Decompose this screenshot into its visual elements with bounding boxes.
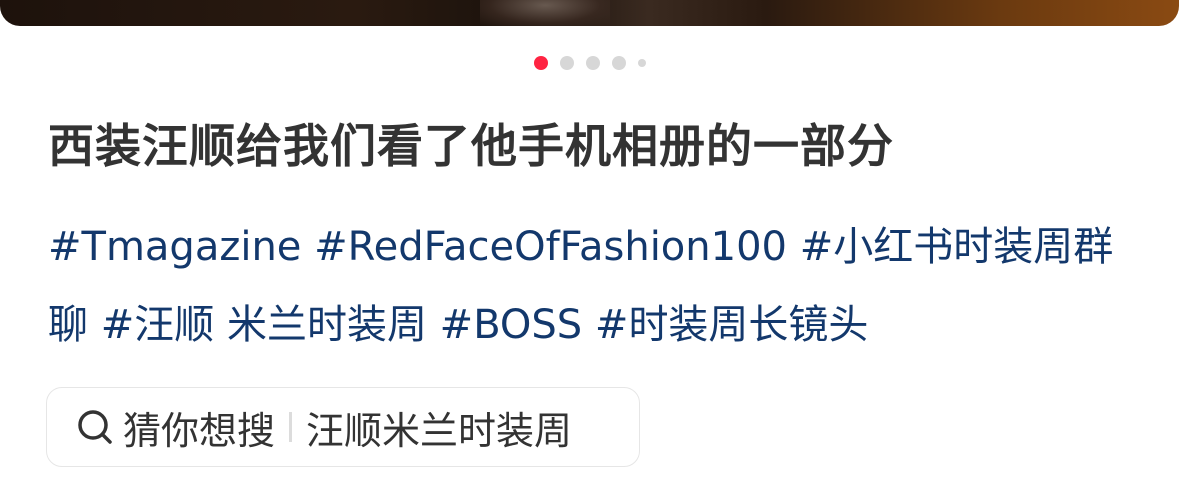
- carousel-indicator: [0, 56, 1179, 70]
- hashtag-link[interactable]: #BOSS: [440, 302, 583, 348]
- search-suggestion-label: 猜你想搜: [123, 408, 276, 453]
- carousel-dot[interactable]: [585, 56, 600, 70]
- carousel-dot[interactable]: [559, 56, 574, 70]
- post-image-detail: [480, 0, 610, 26]
- post-tags: #Tmagazine #RedFaceOfFashion100 #小红书时装周群…: [48, 208, 1148, 364]
- search-icon: [78, 410, 112, 444]
- divider: [289, 412, 293, 442]
- post-detail-page: 西装汪顺给我们看了他手机相册的一部分 #Tmagazine #RedFaceOf…: [0, 0, 1179, 483]
- hashtag-link[interactable]: #汪顺 米兰时装周: [101, 302, 427, 348]
- search-suggestion-chip[interactable]: 猜你想搜 汪顺米兰时装周: [46, 387, 640, 467]
- carousel-dot-active[interactable]: [533, 56, 548, 70]
- search-suggestion-keyword: 汪顺米兰时装周: [306, 408, 573, 453]
- carousel-dot[interactable]: [611, 56, 626, 70]
- post-title: 西装汪顺给我们看了他手机相册的一部分: [48, 119, 894, 173]
- carousel-dot-small[interactable]: [637, 59, 646, 67]
- hashtag-link[interactable]: #Tmagazine: [48, 224, 301, 270]
- post-image[interactable]: [0, 0, 1179, 26]
- hashtag-link[interactable]: #时装周长镜头: [595, 302, 869, 348]
- hashtag-link[interactable]: #RedFaceOfFashion100: [314, 224, 787, 270]
